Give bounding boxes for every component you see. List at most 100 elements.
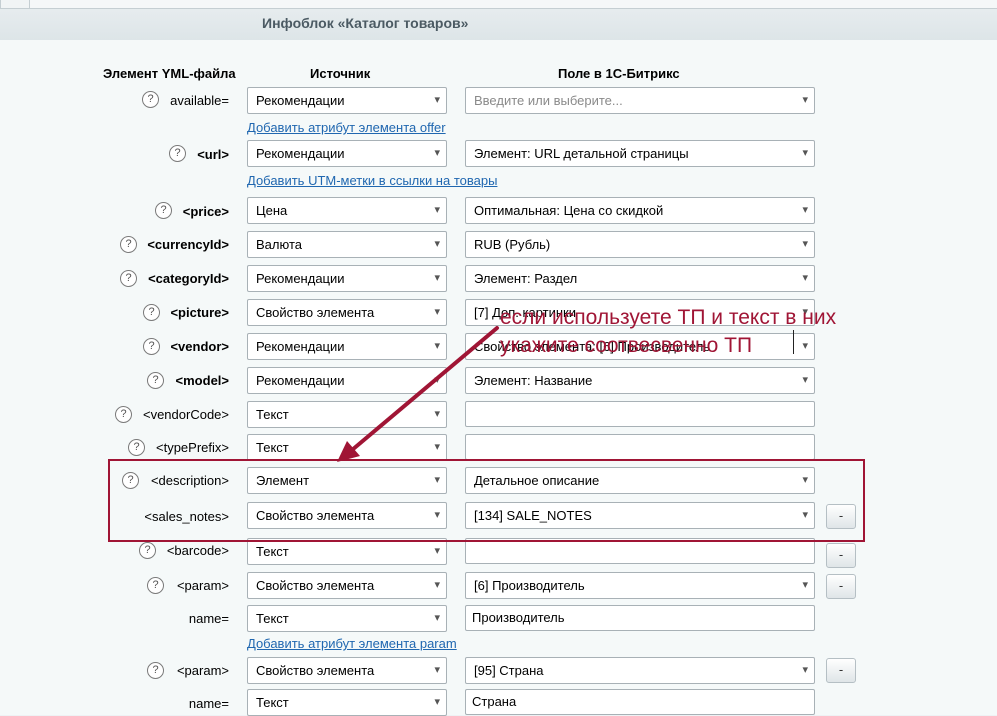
tab-strip bbox=[30, 0, 997, 9]
select-placeholder: Введите или выберите... bbox=[474, 93, 623, 108]
select-value: Элемент bbox=[256, 473, 310, 488]
source-select-param-2[interactable]: Свойство элемента ▾ bbox=[247, 657, 447, 684]
select-value: Рекомендации bbox=[256, 271, 345, 286]
source-select-model[interactable]: Рекомендации ▾ bbox=[247, 367, 447, 394]
help-icon[interactable]: ? bbox=[142, 91, 159, 108]
select-value: Текст bbox=[256, 544, 289, 559]
help-icon[interactable]: ? bbox=[115, 406, 132, 423]
field-select-categoryid[interactable]: Элемент: Раздел ▾ bbox=[465, 265, 815, 292]
chevron-down-icon: ▾ bbox=[434, 664, 440, 676]
label-available: available= bbox=[170, 93, 229, 108]
field-select-currencyid[interactable]: RUB (Рубль) ▾ bbox=[465, 231, 815, 258]
label-categoryid: <categoryId> bbox=[148, 271, 229, 286]
remove-row-button[interactable]: - bbox=[826, 574, 856, 599]
chevron-down-icon: ▾ bbox=[802, 238, 808, 250]
remove-row-button[interactable]: - bbox=[826, 658, 856, 683]
field-select-description[interactable]: Детальное описание ▾ bbox=[465, 467, 815, 494]
source-select-vendor[interactable]: Рекомендации ▾ bbox=[247, 333, 447, 360]
field-input-param-2-name[interactable]: Страна bbox=[465, 689, 815, 715]
source-select-picture[interactable]: Свойство элемента ▾ bbox=[247, 299, 447, 326]
field-select-price[interactable]: Оптимальная: Цена со скидкой ▾ bbox=[465, 197, 815, 224]
help-icon[interactable]: ? bbox=[122, 472, 139, 489]
field-input-typeprefix[interactable] bbox=[465, 434, 815, 460]
chevron-down-icon: ▾ bbox=[802, 579, 808, 591]
add-utm-link[interactable]: Добавить UTM-метки в ссылки на товары bbox=[247, 173, 497, 188]
label-picture: <picture> bbox=[170, 305, 229, 320]
field-select-url[interactable]: Элемент: URL детальной страницы ▾ bbox=[465, 140, 815, 167]
source-select-param-2-name[interactable]: Текст ▾ bbox=[247, 689, 447, 716]
field-select-param-1[interactable]: [6] Производитель ▾ bbox=[465, 572, 815, 599]
help-icon[interactable]: ? bbox=[128, 439, 145, 456]
field-input-barcode[interactable] bbox=[465, 538, 815, 564]
source-select-param-1-name[interactable]: Текст ▾ bbox=[247, 605, 447, 632]
source-select-vendorcode[interactable]: Текст ▾ bbox=[247, 401, 447, 428]
field-select-model[interactable]: Элемент: Название ▾ bbox=[465, 367, 815, 394]
field-input-vendorcode[interactable] bbox=[465, 401, 815, 427]
column-header-bitrix: Поле в 1С-Битрикс bbox=[558, 66, 680, 81]
field-select-param-2[interactable]: [95] Страна ▾ bbox=[465, 657, 815, 684]
source-select-description[interactable]: Элемент ▾ bbox=[247, 467, 447, 494]
remove-row-button[interactable]: - bbox=[826, 543, 856, 568]
chevron-down-icon: ▾ bbox=[434, 612, 440, 624]
select-value: Элемент: URL детальной страницы bbox=[474, 146, 689, 161]
chevron-down-icon: ▾ bbox=[802, 474, 808, 486]
select-value: Оптимальная: Цена со скидкой bbox=[474, 203, 664, 218]
chevron-down-icon: ▾ bbox=[434, 696, 440, 708]
help-icon[interactable]: ? bbox=[147, 662, 164, 679]
source-select-typeprefix[interactable]: Текст ▾ bbox=[247, 434, 447, 461]
help-icon[interactable]: ? bbox=[143, 304, 160, 321]
help-icon[interactable]: ? bbox=[120, 236, 137, 253]
chevron-down-icon: ▾ bbox=[434, 272, 440, 284]
help-icon[interactable]: ? bbox=[120, 270, 137, 287]
source-select-sales-notes[interactable]: Свойство элемента ▾ bbox=[247, 502, 447, 529]
help-icon[interactable]: ? bbox=[147, 577, 164, 594]
source-select-url[interactable]: Рекомендации ▾ bbox=[247, 140, 447, 167]
remove-row-button[interactable]: - bbox=[826, 504, 856, 529]
chevron-down-icon: ▾ bbox=[802, 147, 808, 159]
annotation-line-1: если используете ТП и текст в них bbox=[500, 306, 837, 329]
label-currencyid: <currencyId> bbox=[147, 237, 229, 252]
select-value: Элемент: Название bbox=[474, 373, 593, 388]
chevron-down-icon: ▾ bbox=[802, 664, 808, 676]
label-param: <param> bbox=[176, 578, 229, 593]
select-value: Валюта bbox=[256, 237, 302, 252]
field-select-sales-notes[interactable]: [134] SALE_NOTES ▾ bbox=[465, 502, 815, 529]
field-select-available[interactable]: Введите или выберите... ▾ bbox=[465, 87, 815, 114]
select-value: Свойство элемента bbox=[256, 508, 375, 523]
help-icon[interactable]: ? bbox=[169, 145, 186, 162]
source-select-categoryid[interactable]: Рекомендации ▾ bbox=[247, 265, 447, 292]
select-value: Детальное описание bbox=[474, 473, 600, 488]
label-typeprefix: <typePrefix> bbox=[156, 440, 229, 455]
add-offer-attribute-link[interactable]: Добавить атрибут элемента offer bbox=[247, 120, 446, 135]
label-model: <model> bbox=[175, 373, 229, 388]
select-value: Свойство элемента bbox=[256, 578, 375, 593]
chevron-down-icon: ▾ bbox=[434, 474, 440, 486]
chevron-down-icon: ▾ bbox=[802, 374, 808, 386]
source-select-price[interactable]: Цена ▾ bbox=[247, 197, 447, 224]
select-value: Текст bbox=[256, 407, 289, 422]
help-icon[interactable]: ? bbox=[139, 542, 156, 559]
source-select-param-1[interactable]: Свойство элемента ▾ bbox=[247, 572, 447, 599]
select-value: Свойство элемента bbox=[256, 305, 375, 320]
select-value: Рекомендации bbox=[256, 146, 345, 161]
help-icon[interactable]: ? bbox=[143, 338, 160, 355]
field-input-param-1-name[interactable]: Производитель bbox=[465, 605, 815, 631]
annotation-line-2: укажите соотвесвенно ТП bbox=[500, 334, 753, 357]
select-value: RUB (Рубль) bbox=[474, 237, 551, 252]
source-select-barcode[interactable]: Текст ▾ bbox=[247, 538, 447, 565]
chevron-down-icon: ▾ bbox=[434, 509, 440, 521]
label-vendorcode: <vendorCode> bbox=[142, 407, 229, 422]
source-select-available[interactable]: Рекомендации ▾ bbox=[247, 87, 447, 114]
select-value: Свойство элемента bbox=[256, 663, 375, 678]
help-icon[interactable]: ? bbox=[147, 372, 164, 389]
label-vendor: <vendor> bbox=[170, 339, 229, 354]
add-param-attribute-link[interactable]: Добавить атрибут элемента param bbox=[247, 636, 457, 651]
select-value: Цена bbox=[256, 203, 288, 218]
help-icon[interactable]: ? bbox=[155, 202, 172, 219]
label-url: <url> bbox=[197, 147, 229, 162]
tab-stub bbox=[0, 0, 30, 9]
chevron-down-icon: ▾ bbox=[802, 204, 808, 216]
source-select-currencyid[interactable]: Валюта ▾ bbox=[247, 231, 447, 258]
chevron-down-icon: ▾ bbox=[802, 94, 808, 106]
chevron-down-icon: ▾ bbox=[434, 408, 440, 420]
